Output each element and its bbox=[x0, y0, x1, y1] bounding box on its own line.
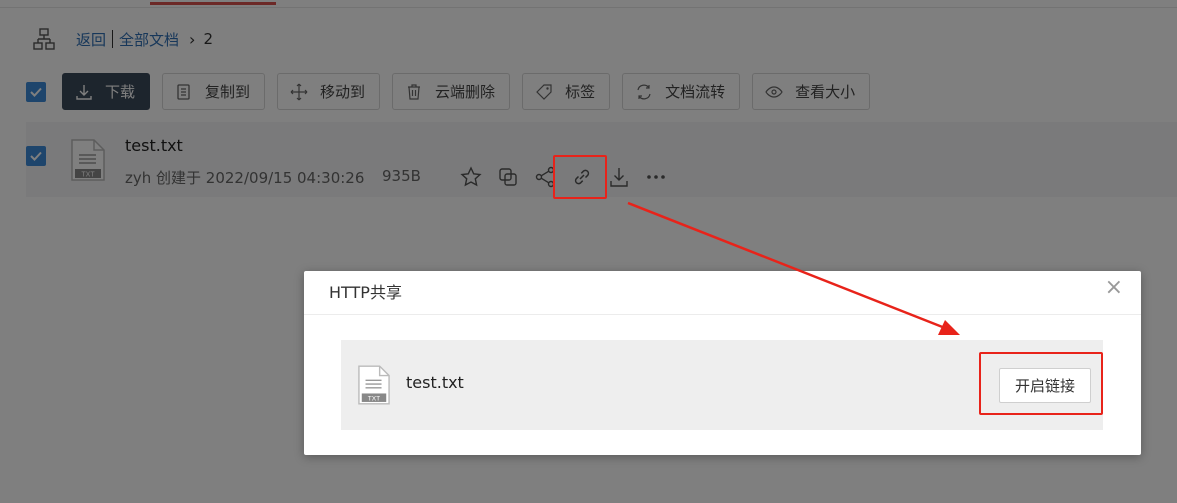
dialog-title: HTTP共享 bbox=[329, 283, 402, 302]
share-file-name: test.txt bbox=[406, 373, 464, 392]
txt-file-icon: TXT bbox=[358, 365, 390, 405]
dialog-divider bbox=[304, 314, 1141, 315]
close-icon[interactable]: × bbox=[1105, 277, 1123, 299]
http-share-dialog: HTTP共享 × TXT test.txt 开启链接 bbox=[304, 271, 1141, 455]
file-type-label: TXT bbox=[368, 396, 380, 403]
enable-link-highlight bbox=[979, 352, 1103, 415]
link-icon-highlight bbox=[553, 155, 607, 199]
